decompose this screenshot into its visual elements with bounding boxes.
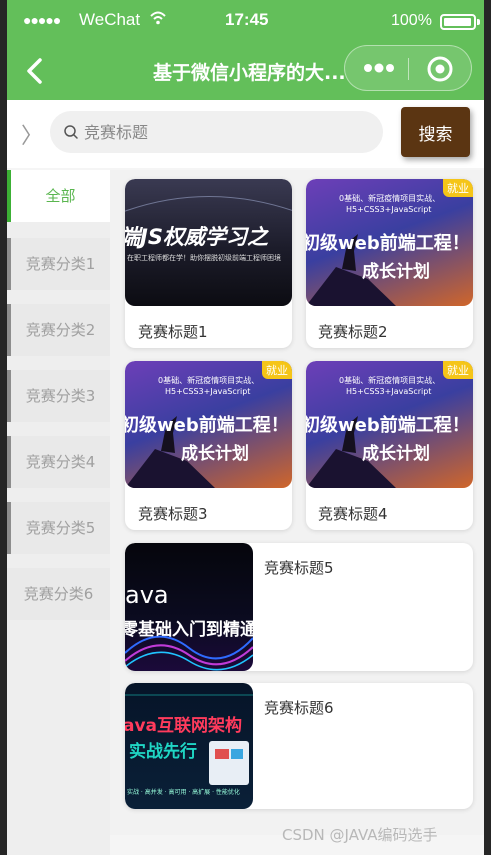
- thumbnail-subheadline: 成长计划: [181, 444, 249, 464]
- wifi-icon: [150, 11, 166, 25]
- thumbnail-subheadline: 零基础入门到精通: [125, 620, 253, 640]
- competition-title: 竞赛标题6: [264, 699, 334, 717]
- thumbnail-subtitle: 在职工程师都在学！助你摆脱初级前端工程师困境: [127, 254, 281, 262]
- competition-thumbnail: 就业 0基础、新冠疫情项目实战、 H5+CSS3+JavaScript 初级we…: [306, 361, 473, 488]
- thumbnail-subheadline: 成长计划: [362, 262, 430, 282]
- sidebar-item-category-3[interactable]: 竞赛分类3: [7, 370, 110, 422]
- competition-thumbnail: 端JS权威学习之 在职工程师都在学！助你摆脱初级前端工程师困境: [125, 179, 292, 306]
- competition-card[interactable]: ava 零基础入门到精通 竞赛标题5: [125, 543, 473, 671]
- competition-title: 竞赛标题2: [318, 323, 388, 341]
- search-button[interactable]: 搜索: [401, 107, 470, 157]
- competition-title: 竞赛标题3: [138, 505, 208, 523]
- more-options-icon[interactable]: [361, 56, 397, 80]
- signal-icon: ●●●●●: [23, 12, 61, 28]
- competition-title: 竞赛标题4: [318, 505, 388, 523]
- competition-card[interactable]: 就业 0基础、新冠疫情项目实战、 H5+CSS3+JavaScript 初级we…: [125, 361, 292, 530]
- competition-thumbnail: ava互联网架构 实战先行 实战 · 高并发 · 高可用 · 高扩展 · 性能优…: [125, 683, 253, 809]
- status-time: 17:45: [225, 10, 269, 29]
- employment-badge: 就业: [443, 361, 473, 379]
- thumbnail-caption: 0基础、新冠疫情项目实战、: [339, 376, 441, 385]
- sidebar-item-category-2[interactable]: 竞赛分类2: [7, 304, 110, 356]
- search-input[interactable]: [84, 117, 364, 147]
- competition-title: 竞赛标题1: [138, 323, 208, 341]
- csdn-watermark: CSDN @JAVA编码选手: [282, 826, 438, 844]
- search-icon: [64, 125, 78, 139]
- battery-icon: [440, 14, 480, 30]
- sidebar-item-category-1[interactable]: 竞赛分类1: [7, 238, 110, 290]
- thumbnail-caption: H5+CSS3+JavaScript: [346, 387, 432, 396]
- thumbnail-headline: ava: [125, 581, 169, 609]
- search-box: [50, 111, 383, 153]
- thumbnail-headline: 初级web前端工程！: [125, 415, 289, 436]
- thumbnail-headline: 初级web前端工程！: [306, 415, 470, 436]
- competition-card[interactable]: 就业 0基础、新冠疫情项目实战、 H5+CSS3+JavaScript 初级we…: [306, 361, 473, 530]
- sidebar-item-category-5[interactable]: 竞赛分类5: [7, 502, 110, 554]
- competition-list: 端JS权威学习之 在职工程师都在学！助你摆脱初级前端工程师困境 竞赛标题1 就业…: [110, 170, 484, 835]
- competition-thumbnail: 就业 0基础、新冠疫情项目实战、 H5+CSS3+JavaScript 初级we…: [125, 361, 292, 488]
- battery-percent: 100%: [391, 12, 432, 29]
- carrier-name: WeChat: [79, 10, 141, 29]
- thumbnail-subheadline: 成长计划: [362, 444, 430, 464]
- thumbnail-caption: H5+CSS3+JavaScript: [346, 205, 432, 214]
- thumbnail-caption: 0基础、新冠疫情项目实战、: [158, 376, 260, 385]
- competition-card[interactable]: 端JS权威学习之 在职工程师都在学！助你摆脱初级前端工程师困境 竞赛标题1: [125, 179, 292, 348]
- competition-title: 竞赛标题5: [264, 559, 334, 577]
- back-arrow-icon[interactable]: [23, 56, 47, 86]
- navigation-bar: 基于微信小程序的大...: [7, 42, 484, 100]
- category-sidebar: 全部 竞赛分类1 竞赛分类2 竞赛分类3 竞赛分类4 竞赛分类5 竞赛分类6: [7, 170, 110, 855]
- sidebar-item-all[interactable]: 全部: [7, 170, 110, 222]
- close-mini-program-icon[interactable]: [427, 56, 453, 82]
- employment-badge: 就业: [262, 361, 292, 379]
- thumbnail-headline: 端JS权威学习之: [125, 225, 268, 249]
- page-title: 基于微信小程序的大...: [153, 62, 346, 84]
- employment-badge: 就业: [443, 179, 473, 197]
- competition-thumbnail: ava 零基础入门到精通: [125, 543, 253, 671]
- thumbnail-headline: 初级web前端工程！: [306, 233, 470, 254]
- thumbnail-headline: ava互联网架构: [125, 716, 243, 736]
- expand-sidebar-icon[interactable]: 〉: [21, 118, 43, 150]
- thumbnail-caption: H5+CSS3+JavaScript: [165, 387, 251, 396]
- capsule-divider: [408, 58, 409, 80]
- competition-thumbnail: 就业 0基础、新冠疫情项目实战、 H5+CSS3+JavaScript 初级we…: [306, 179, 473, 306]
- competition-card[interactable]: ava互联网架构 实战先行 实战 · 高并发 · 高可用 · 高扩展 · 性能优…: [125, 683, 473, 809]
- thumbnail-caption: 0基础、新冠疫情项目实战、: [339, 194, 441, 203]
- search-row: 〉 搜索: [7, 100, 484, 168]
- competition-card[interactable]: 就业 0基础、新冠疫情项目实战、 H5+CSS3+JavaScript 初级we…: [306, 179, 473, 348]
- status-bar: ●●●●● WeChat 17:45 100%: [7, 0, 484, 42]
- mini-program-capsule: [344, 45, 472, 91]
- sidebar-item-category-6[interactable]: 竞赛分类6: [7, 568, 110, 620]
- thumbnail-caption: 实战 · 高并发 · 高可用 · 高扩展 · 性能优化: [127, 789, 240, 796]
- thumbnail-subheadline: 实战先行: [129, 742, 197, 762]
- sidebar-item-category-4[interactable]: 竞赛分类4: [7, 436, 110, 488]
